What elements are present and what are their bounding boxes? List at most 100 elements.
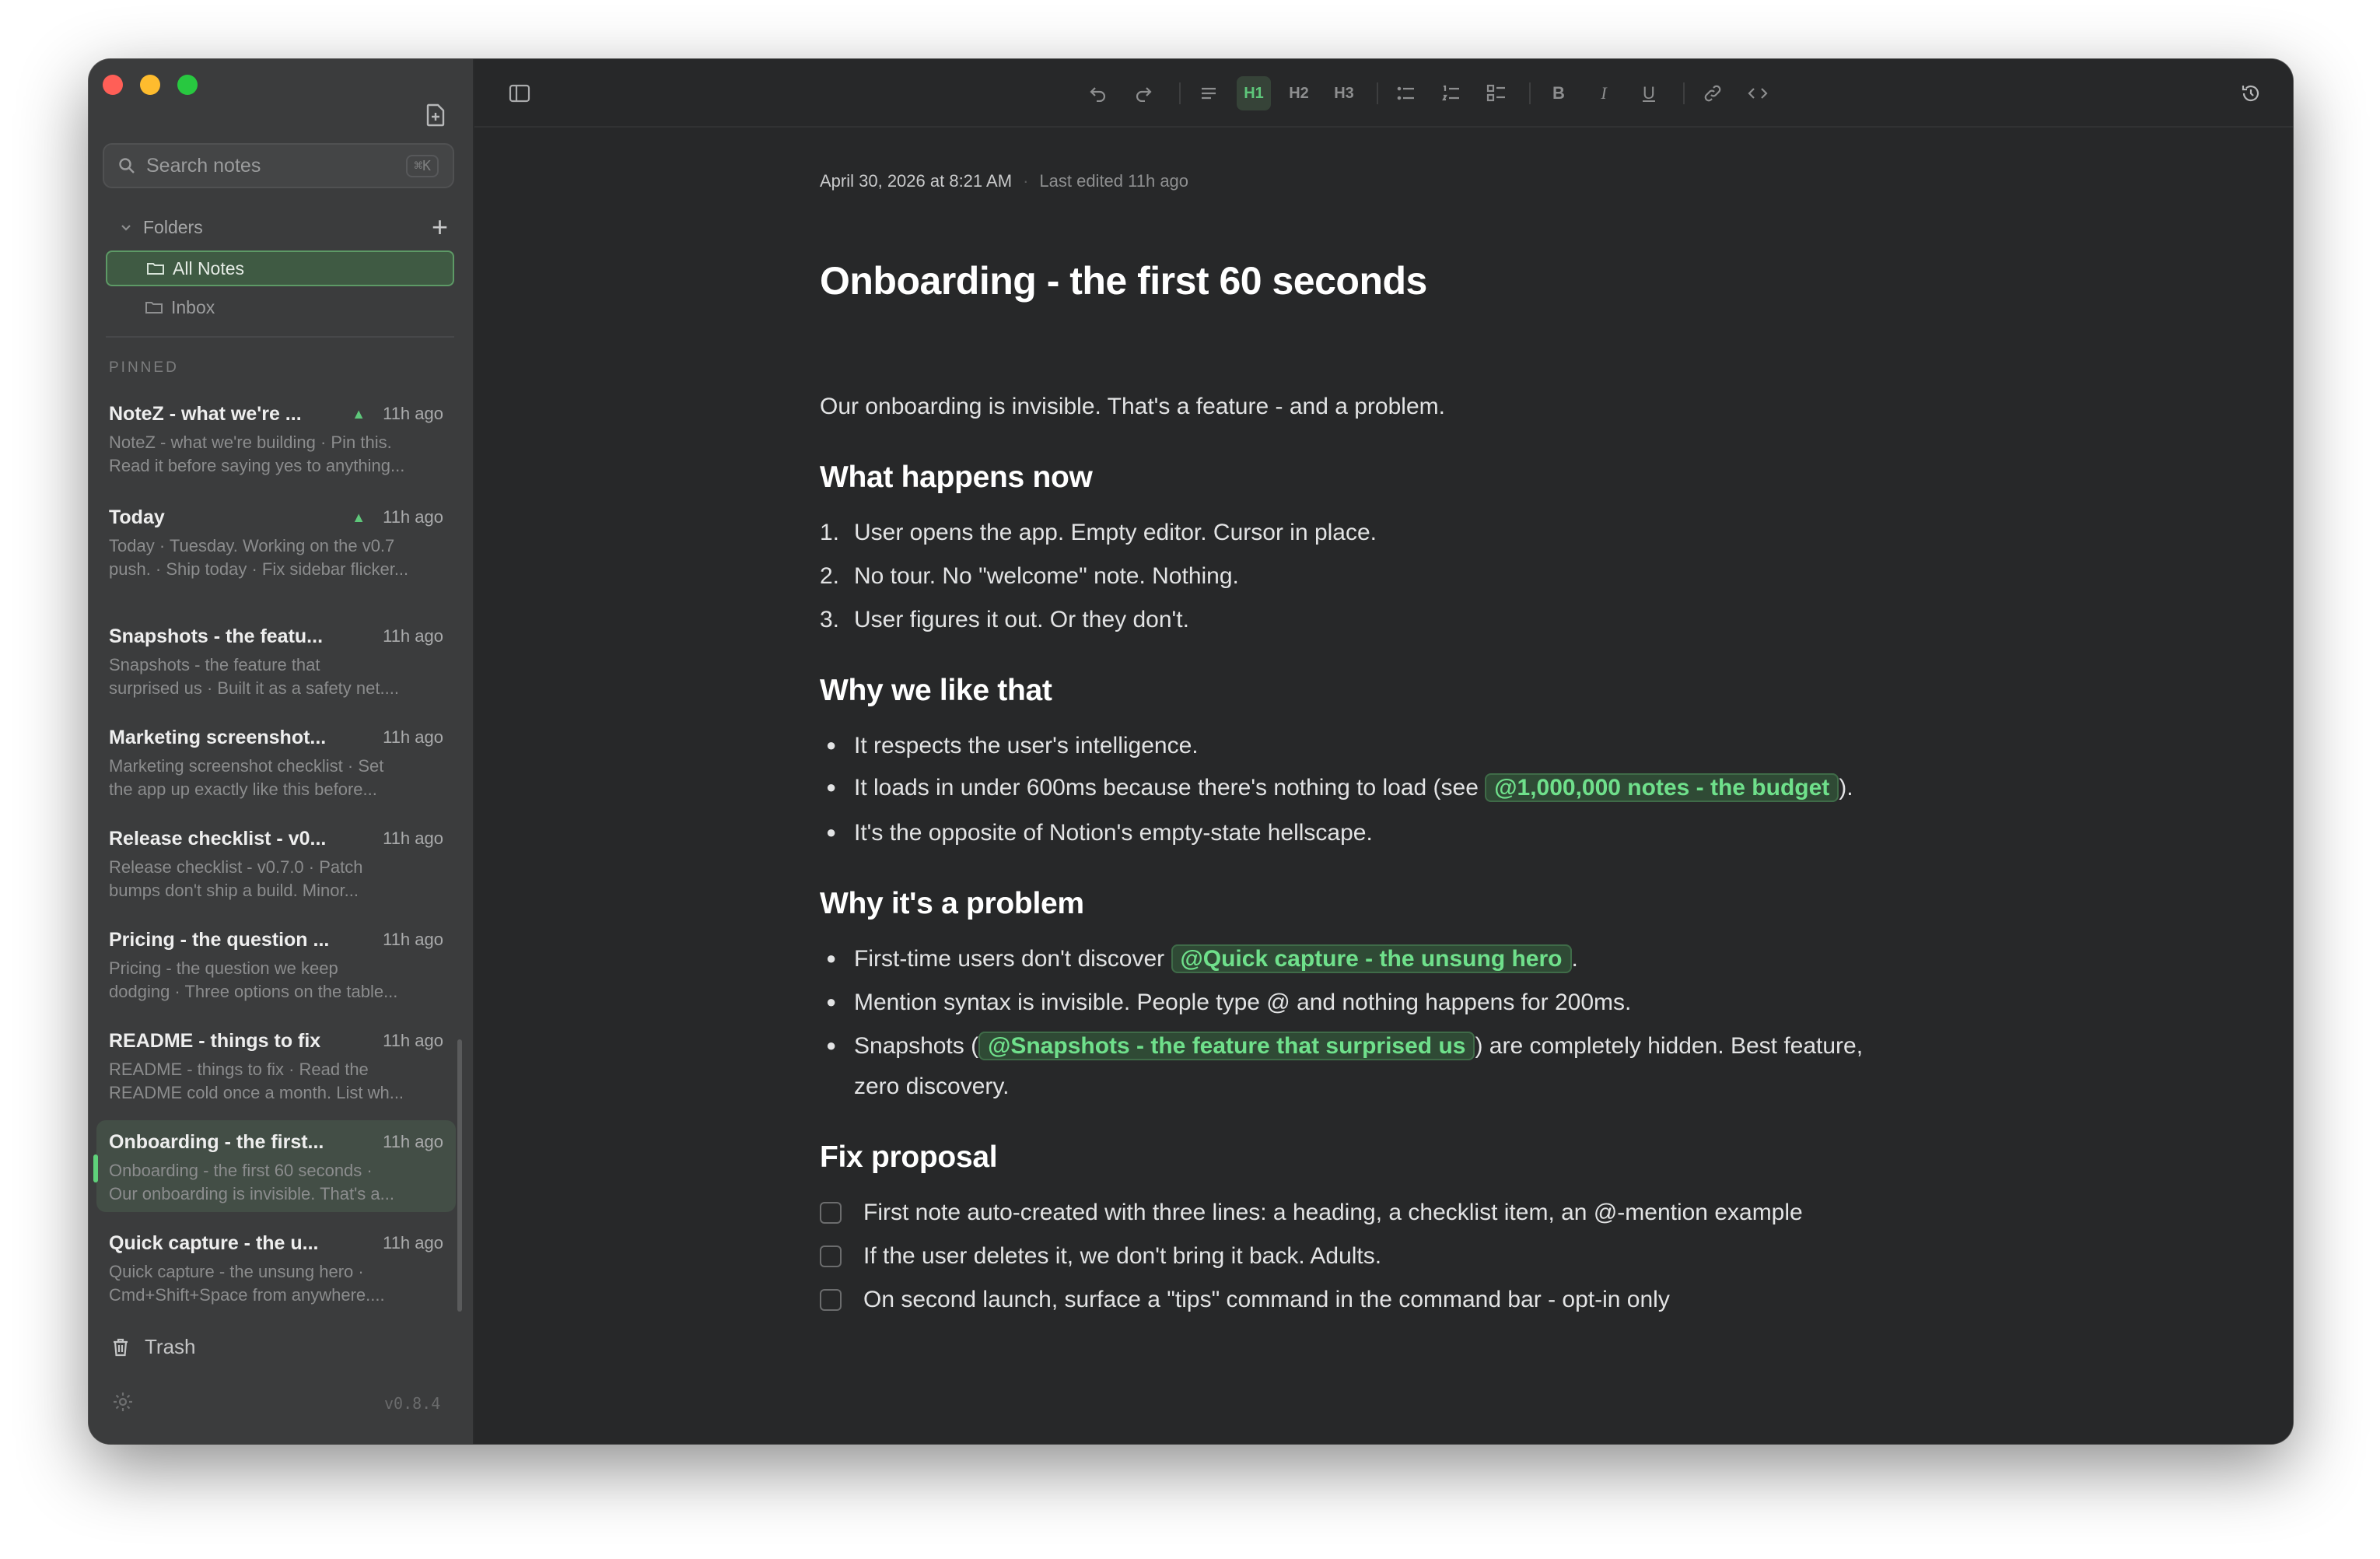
numbered-list-item[interactable]: 2. No tour. No "welcome" note. Nothing. [820, 563, 1239, 590]
italic-button[interactable]: I [1587, 76, 1621, 110]
zoom-window-button[interactable] [177, 75, 198, 95]
trash-button[interactable]: Trash [112, 1335, 196, 1359]
checkbox[interactable] [820, 1245, 842, 1267]
note-list-item-active[interactable]: Onboarding - the first... 11h ago Onboard… [93, 1120, 456, 1212]
note-time: 11h ago [383, 930, 443, 949]
settings-button[interactable] [112, 1391, 134, 1417]
redo-button[interactable] [1126, 76, 1160, 110]
note-title-heading[interactable]: Onboarding - the first 60 seconds [820, 258, 1427, 303]
heading1-label: H1 [1244, 84, 1264, 102]
note-time: 11h ago [383, 727, 443, 747]
note-snippet: Marketing screenshot checklist · Set the … [109, 756, 384, 799]
note-list-item[interactable]: NoteZ - what we're ... ▲ 11h ago NoteZ - w… [96, 392, 456, 484]
note-snippet: Release checklist - v0.7.0 · Patch bumps … [109, 857, 363, 900]
note-snippet: Snapshots - the feature that surprised us… [109, 655, 399, 698]
section-heading[interactable]: What happens now [820, 461, 1093, 495]
search-icon [119, 158, 135, 173]
folder-inbox[interactable]: Inbox [106, 289, 454, 325]
bullet-list-item[interactable]: ● Snapshots (@Snapshots - the feature tha… [820, 1032, 1863, 1060]
note-title: Onboarding - the first... [109, 1130, 324, 1153]
paragraph-button[interactable] [1192, 76, 1226, 110]
checklist-button[interactable] [1479, 76, 1514, 110]
note-title: Today [109, 506, 165, 528]
folders-header[interactable]: Folders + [120, 212, 459, 243]
note-mention-link[interactable]: @Quick capture - the unsung hero [1171, 944, 1572, 973]
new-note-button[interactable] [418, 98, 453, 132]
note-time: 11h ago [383, 626, 443, 646]
note-list-item[interactable]: Release checklist - v0... 11h ago Release… [96, 817, 456, 909]
note-snippet: Pricing - the question we keep dodging · … [109, 958, 398, 1001]
undo-icon [1090, 87, 1106, 102]
redo-icon [1136, 87, 1152, 102]
add-folder-button[interactable]: + [432, 213, 448, 241]
checkbox[interactable] [820, 1289, 842, 1311]
section-heading[interactable]: Why we like that [820, 674, 1052, 708]
checklist-item[interactable]: On second launch, surface a "tips" comma… [820, 1287, 1670, 1313]
toolbar-separator [1179, 82, 1181, 104]
heading2-button[interactable]: H2 [1282, 76, 1316, 110]
checklist-item[interactable]: If the user deletes it, we don't bring i… [820, 1243, 1381, 1270]
note-list-item[interactable]: Marketing screenshot... 11h ago Marketing… [96, 716, 456, 808]
section-heading[interactable]: Why it's a problem [820, 887, 1084, 921]
gear-icon [114, 1393, 132, 1411]
code-button[interactable] [1741, 76, 1775, 110]
folder-all-notes[interactable]: All Notes [106, 250, 454, 286]
undo-button[interactable] [1081, 76, 1115, 110]
history-button[interactable] [2234, 76, 2268, 110]
bullet-list-item[interactable]: ● Mention syntax is invisible. People typ… [820, 990, 1631, 1016]
toolbar-separator [1683, 82, 1685, 104]
note-snippet: Quick capture - the unsung hero · Cmd+Shi… [109, 1262, 385, 1305]
editor-pane: H1 H2 H3 B I U April 30, 2026 at 8:21 AM… [474, 59, 2293, 1444]
note-snippet: Onboarding - the first 60 seconds · Our o… [109, 1161, 394, 1203]
underline-label: U [1643, 83, 1655, 103]
section-heading[interactable]: Fix proposal [820, 1140, 998, 1175]
note-list-item[interactable]: Today ▲ 11h ago Today · Tuesday. Working o… [96, 496, 456, 587]
note-mention-link[interactable]: @Snapshots - the feature that surprised … [978, 1032, 1475, 1060]
link-button[interactable] [1696, 76, 1730, 110]
numbered-list-item[interactable]: 3. User figures it out. Or they don't. [820, 607, 1189, 633]
bullet-list-item[interactable]: ● It respects the user's intelligence. [820, 733, 1199, 759]
search-shortcut-badge: ⌘K [406, 154, 439, 177]
underline-button[interactable]: U [1632, 76, 1666, 110]
note-list-item[interactable]: Snapshots - the featu... 11h ago Snapshot… [96, 615, 456, 706]
numbered-list-item[interactable]: 1. User opens the app. Empty editor. Curs… [820, 520, 1377, 546]
intro-paragraph[interactable]: Our onboarding is invisible. That's a fe… [820, 394, 1445, 420]
close-window-button[interactable] [103, 75, 123, 95]
bullet-list-item[interactable]: ● First-time users don't discover @Quick … [820, 944, 1578, 973]
checkbox[interactable] [820, 1202, 842, 1224]
italic-label: I [1601, 83, 1607, 103]
folder-label: All Notes [173, 257, 245, 279]
note-mention-link[interactable]: @1,000,000 notes - the budget [1485, 773, 1839, 802]
checklist-icon [1486, 84, 1505, 102]
app-version: v0.8.4 [384, 1394, 441, 1413]
note-snippet: NoteZ - what we're building · Pin this. R… [109, 433, 405, 475]
last-edited: Last edited 11h ago [1039, 171, 1189, 191]
minimize-window-button[interactable] [140, 75, 160, 95]
new-note-icon [426, 103, 445, 127]
folder-icon [147, 263, 164, 275]
heading1-button[interactable]: H1 [1237, 76, 1271, 110]
note-list-scrollbar[interactable] [457, 1039, 462, 1312]
bullet-list-item[interactable]: ● It loads in under 600ms because there's… [820, 773, 1853, 802]
bullet-list-button[interactable] [1389, 76, 1423, 110]
window-controls [103, 75, 198, 95]
checklist-item[interactable]: First note auto-created with three lines… [820, 1200, 1803, 1226]
paragraph-icon [1202, 87, 1216, 100]
bold-button[interactable]: B [1542, 76, 1576, 110]
trash-icon [114, 1338, 128, 1356]
bold-label: B [1552, 83, 1565, 103]
toggle-sidebar-button[interactable] [502, 76, 537, 110]
numbered-list-button[interactable] [1434, 76, 1468, 110]
note-list-item[interactable]: Quick capture - the u... 11h ago Quick ca… [96, 1221, 456, 1313]
heading3-button[interactable]: H3 [1327, 76, 1361, 110]
bullet-list-item[interactable]: ● It's the opposite of Notion's empty-sta… [820, 820, 1373, 846]
note-list-item[interactable]: Pricing - the question ... 11h ago Pricin… [96, 918, 456, 1010]
bullet-list-item-continuation[interactable]: zero discovery. [820, 1074, 1010, 1100]
heading2-label: H2 [1289, 84, 1309, 102]
search-input[interactable]: Search notes ⌘K [103, 143, 454, 188]
note-list-item[interactable]: README - things to fix 11h ago README - t… [96, 1019, 456, 1111]
sidebar-divider [106, 336, 454, 338]
note-time: 11h ago [383, 1233, 443, 1252]
note-time: 11h ago [383, 507, 443, 527]
note-title: Snapshots - the featu... [109, 625, 324, 647]
